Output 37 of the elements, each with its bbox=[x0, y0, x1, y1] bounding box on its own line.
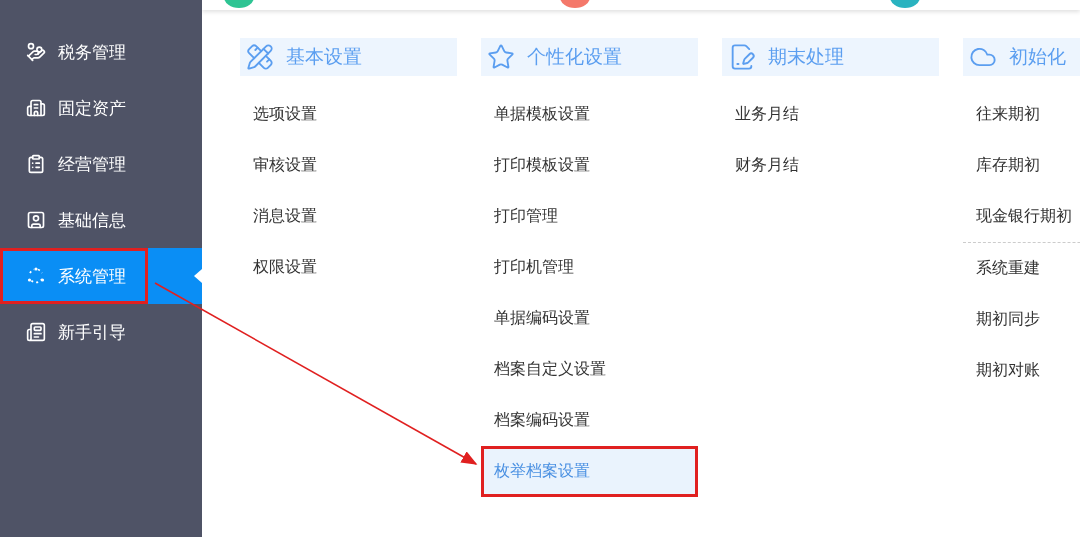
menu-item[interactable]: 档案自定义设置 bbox=[481, 344, 698, 395]
sidebar-item[interactable]: 固定资产 bbox=[0, 80, 202, 136]
star-icon bbox=[487, 43, 515, 71]
menu-item[interactable]: 财务月结 bbox=[722, 140, 939, 191]
menu-item[interactable]: 往来期初 bbox=[963, 89, 1080, 140]
menu-item[interactable]: 档案编码设置 bbox=[481, 395, 698, 446]
id-card-icon bbox=[26, 210, 46, 230]
building-icon bbox=[26, 98, 46, 118]
sidebar-item[interactable]: 基础信息 bbox=[0, 192, 202, 248]
pencil-ruler-icon bbox=[246, 43, 274, 71]
menu-item[interactable]: 权限设置 bbox=[240, 242, 457, 293]
menu-item[interactable]: 期初对账 bbox=[963, 345, 1080, 396]
sidebar-item[interactable]: 经营管理 bbox=[0, 136, 202, 192]
hand-coins-icon bbox=[26, 42, 46, 62]
menu-item[interactable]: 单据模板设置 bbox=[481, 89, 698, 140]
menu-item[interactable]: 审核设置 bbox=[240, 140, 457, 191]
menu-item[interactable]: 打印模板设置 bbox=[481, 140, 698, 191]
sidebar-item[interactable]: 新手引导 bbox=[0, 304, 202, 360]
pointer-icon bbox=[194, 269, 202, 283]
section-header: 初始化 bbox=[963, 38, 1080, 76]
menu-item[interactable]: 现金银行期初 bbox=[963, 191, 1080, 242]
sidebar-item[interactable]: 税务管理 bbox=[0, 24, 202, 80]
clipboard-icon bbox=[26, 154, 46, 174]
menu-item[interactable]: 业务月结 bbox=[722, 89, 939, 140]
menu-item[interactable]: 选项设置 bbox=[240, 89, 457, 140]
section-header: 个性化设置 bbox=[481, 38, 698, 76]
menu-item[interactable]: 单据编码设置 bbox=[481, 293, 698, 344]
menu-item[interactable]: 系统重建 bbox=[963, 243, 1080, 294]
menu-item[interactable]: 期初同步 bbox=[963, 294, 1080, 345]
newspaper-icon bbox=[26, 322, 46, 342]
section-header: 基本设置 bbox=[240, 38, 457, 76]
section-header: 期末处理 bbox=[722, 38, 939, 76]
menu-item[interactable]: 打印机管理 bbox=[481, 242, 698, 293]
loading-circle-icon bbox=[26, 266, 46, 286]
menu-item[interactable]: 打印管理 bbox=[481, 191, 698, 242]
menu-item[interactable]: 消息设置 bbox=[240, 191, 457, 242]
menu-item[interactable]: 库存期初 bbox=[963, 140, 1080, 191]
